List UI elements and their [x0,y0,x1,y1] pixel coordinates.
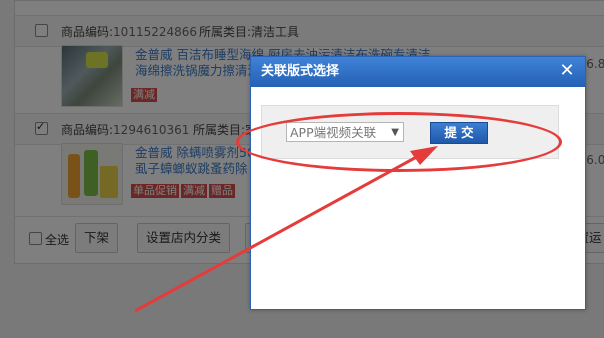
close-icon[interactable]: ✕ [557,61,577,81]
layout-association-dialog: 关联版式选择 ✕ APP端视频关联 ▼ 提 交 [250,56,586,310]
annotation-ellipse [236,112,562,172]
dialog-header: 关联版式选择 ✕ [251,57,585,87]
dialog-title: 关联版式选择 [261,64,340,79]
